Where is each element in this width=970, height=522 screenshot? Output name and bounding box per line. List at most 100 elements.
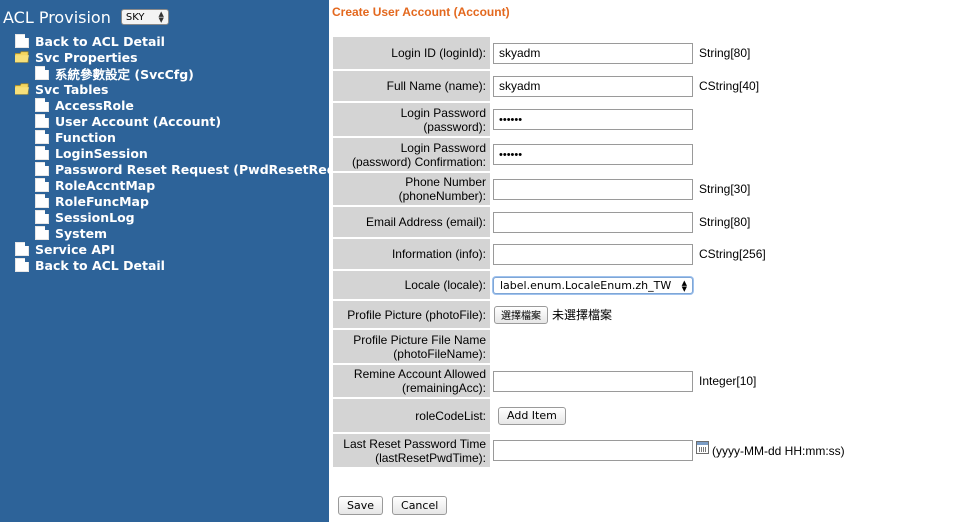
photo-file-cell: 選擇檔案 未選擇檔案 xyxy=(490,301,970,328)
nav-label: RoleFuncMap xyxy=(55,193,149,209)
sidebar: ACL Provision SKY ▲ ▼ Back to ACL Detail … xyxy=(0,0,341,522)
page-icon xyxy=(35,146,49,160)
calendar-icon[interactable] xyxy=(696,441,709,454)
nav-function[interactable]: Function xyxy=(35,129,116,145)
locale-select[interactable]: label.enum.LocaleEnum.zh_TW ▲ ▼ xyxy=(493,276,693,294)
photo-file-label: Profile Picture (photoFile): xyxy=(333,301,490,328)
info-input[interactable] xyxy=(493,243,693,265)
info-label: Information (info): xyxy=(333,239,490,269)
login-id-input[interactable] xyxy=(493,42,693,64)
folder-icon xyxy=(15,83,29,95)
remaining-acc-label: Remine Account Allowed (remainingAcc): xyxy=(333,365,490,397)
nav-label: SessionLog xyxy=(55,209,135,225)
nav-role-accnt-map[interactable]: RoleAccntMap xyxy=(35,177,155,193)
save-button[interactable]: Save xyxy=(338,496,384,515)
nav-back-to-acl-detail-bottom[interactable]: Back to ACL Detail xyxy=(15,257,165,273)
phone-label: Phone Number (phoneNumber): xyxy=(333,173,490,205)
nav-service-api[interactable]: Service API xyxy=(15,241,115,257)
password-label: Login Password (password): xyxy=(333,103,490,136)
choose-file-button[interactable]: 選擇檔案 xyxy=(494,305,548,324)
page-title: Create User Account (Account) xyxy=(332,5,510,19)
role-code-list-cell: Add Item xyxy=(490,399,970,432)
remaining-acc-cell: Integer[10] xyxy=(490,365,970,397)
password-confirm-label: Login Password (password) Confirmation: xyxy=(333,138,490,171)
password-label-line1: Login Password xyxy=(400,105,486,120)
locale-cell: label.enum.LocaleEnum.zh_TW ▲ ▼ xyxy=(490,271,970,299)
folder-icon xyxy=(15,51,29,63)
password-confirm-label-line1: Login Password xyxy=(400,140,486,155)
select-arrows-icon: ▲ ▼ xyxy=(158,10,164,24)
remaining-acc-input[interactable] xyxy=(493,370,693,392)
last-reset-label: Last Reset Password Time (lastResetPwdTi… xyxy=(333,434,490,467)
page-icon xyxy=(15,258,29,272)
nav-system[interactable]: System xyxy=(35,225,107,241)
nav-role-func-map[interactable]: RoleFuncMap xyxy=(35,193,149,209)
password-label-line2: (password): xyxy=(423,119,486,134)
form-actions: Save Cancel xyxy=(338,496,448,515)
last-reset-input[interactable] xyxy=(493,440,693,461)
environment-select-value: SKY xyxy=(125,11,145,23)
email-input[interactable] xyxy=(493,211,693,233)
page-icon xyxy=(35,210,49,224)
email-label: Email Address (email): xyxy=(333,207,490,237)
locale-select-value: label.enum.LocaleEnum.zh_TW xyxy=(500,278,672,292)
add-item-button[interactable]: Add Item xyxy=(498,406,566,425)
page-icon xyxy=(35,226,49,240)
email-type-hint: String[80] xyxy=(699,215,751,229)
nav-password-reset-request[interactable]: Password Reset Request (PwdResetReq) xyxy=(35,161,341,177)
phone-label-line2: (phoneNumber): xyxy=(398,189,486,203)
page-icon xyxy=(35,178,49,192)
nav-label: User Account (Account) xyxy=(55,113,222,129)
nav-back-to-acl-detail[interactable]: Back to ACL Detail xyxy=(15,33,165,49)
page-icon xyxy=(35,98,49,112)
nav-label: RoleAccntMap xyxy=(55,177,156,193)
nav-label: Function xyxy=(55,129,116,145)
nav-svccfg[interactable]: 系統參數設定 (SvcCfg) xyxy=(35,65,194,82)
remaining-acc-label-line2: (remainingAcc): xyxy=(401,381,486,395)
page-icon xyxy=(15,242,29,256)
page-icon xyxy=(35,114,49,128)
phone-label-line1: Phone Number xyxy=(405,175,486,189)
nav-user-account[interactable]: User Account (Account) xyxy=(35,113,221,129)
nav-label: System xyxy=(55,225,108,241)
nav-label: AccessRole xyxy=(55,97,134,113)
nav-label: Back to ACL Detail xyxy=(35,257,165,273)
nav-login-session[interactable]: LoginSession xyxy=(35,145,148,161)
photo-file-name-label-line2: (photoFileName): xyxy=(393,346,486,361)
last-reset-cell: (yyyy-MM-dd HH:mm:ss) xyxy=(490,434,970,467)
nav-session-log[interactable]: SessionLog xyxy=(35,209,135,225)
nav-label: Password Reset Request (PwdResetReq) xyxy=(55,161,342,177)
info-cell: CString[256] xyxy=(490,239,970,269)
photo-file-name-label: Profile Picture File Name (photoFileName… xyxy=(333,330,490,363)
full-name-input[interactable] xyxy=(493,75,693,97)
full-name-label: Full Name (name): xyxy=(333,71,490,101)
login-id-label: Login ID (loginId): xyxy=(333,37,490,69)
nav-folder-svc-tables[interactable]: Svc Tables xyxy=(15,81,108,97)
page-icon xyxy=(35,194,49,208)
password-cell: •••••• xyxy=(490,103,970,136)
cancel-button[interactable]: Cancel xyxy=(392,496,448,515)
phone-cell: String[30] xyxy=(490,173,970,205)
environment-select[interactable]: SKY ▲ ▼ xyxy=(120,9,169,25)
page-icon xyxy=(35,66,49,80)
password-confirm-input[interactable]: •••••• xyxy=(493,144,693,165)
password-confirm-cell: •••••• xyxy=(490,138,970,171)
locale-label: Locale (locale): xyxy=(333,271,490,299)
sidebar-header: ACL Provision SKY ▲ ▼ xyxy=(3,6,169,28)
select-arrows-icon: ▲ ▼ xyxy=(681,278,687,293)
login-id-type-hint: String[80] xyxy=(699,46,751,60)
remaining-acc-label-line1: Remine Account Allowed xyxy=(353,367,486,381)
login-id-cell: String[80] xyxy=(490,37,970,69)
full-name-cell: CString[40] xyxy=(490,71,970,101)
password-confirm-label-line2: (password) Confirmation: xyxy=(351,154,486,169)
no-file-chosen-text: 未選擇檔案 xyxy=(552,308,613,322)
phone-input[interactable] xyxy=(493,178,693,200)
last-reset-label-line1: Last Reset Password Time xyxy=(343,436,486,451)
email-cell: String[80] xyxy=(490,207,970,237)
password-input[interactable]: •••••• xyxy=(493,109,693,130)
phone-type-hint: String[30] xyxy=(699,182,751,196)
nav-label: LoginSession xyxy=(55,145,148,161)
info-type-hint: CString[256] xyxy=(699,247,766,261)
nav-label: Back to ACL Detail xyxy=(35,33,165,49)
nav-access-role[interactable]: AccessRole xyxy=(35,97,134,113)
